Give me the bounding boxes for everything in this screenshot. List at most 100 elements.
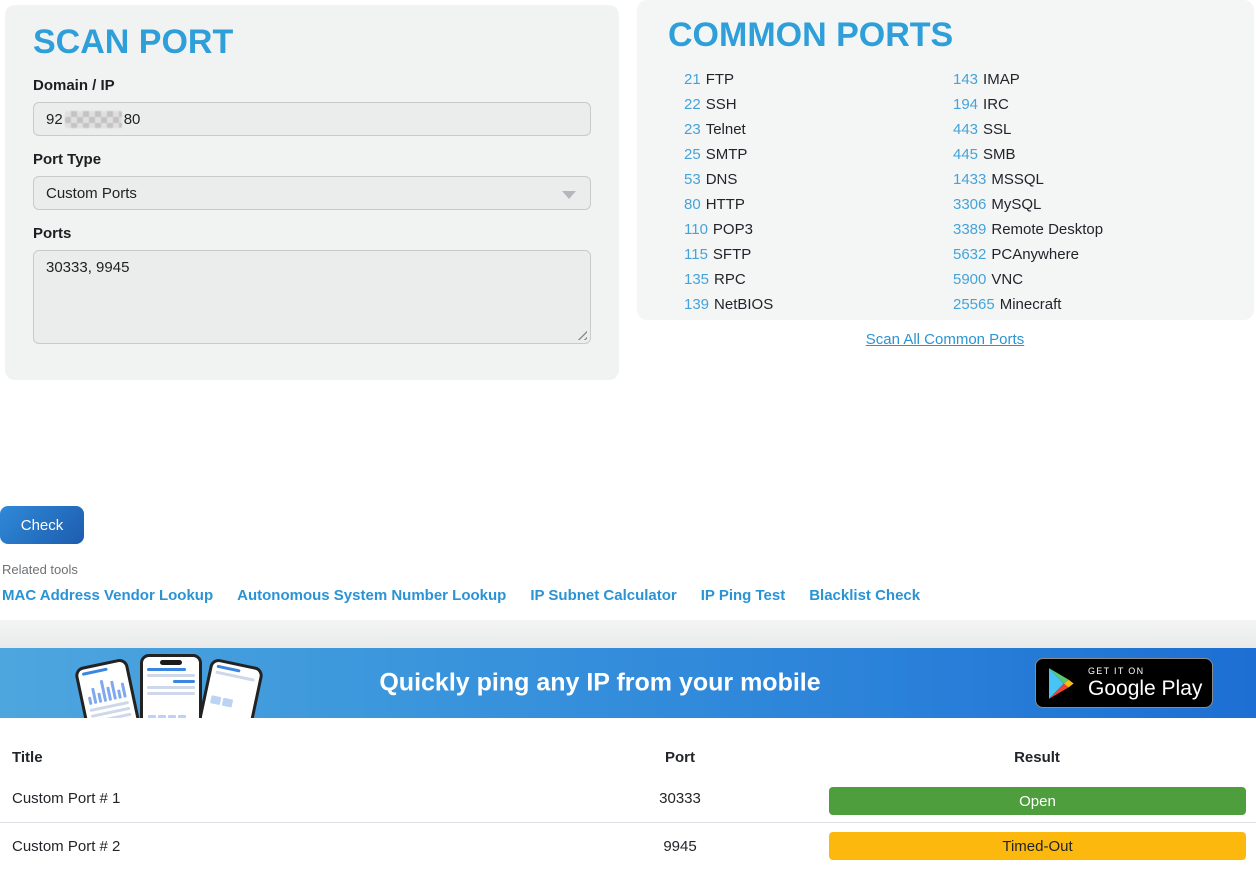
chevron-down-icon: [562, 191, 576, 199]
status-badge: Timed-Out: [829, 832, 1246, 860]
common-port-link[interactable]: 139NetBIOS: [684, 292, 773, 317]
ports-label: Ports: [33, 225, 591, 242]
google-play-icon: [1049, 668, 1077, 699]
result-row-title: Custom Port # 2: [12, 838, 120, 855]
port-name: RPC: [714, 271, 746, 288]
port-number[interactable]: 25565: [953, 296, 995, 313]
results-header-title: Title: [12, 749, 43, 766]
port-type-selected-value: Custom Ports: [46, 185, 137, 202]
port-name: HTTP: [706, 196, 745, 213]
port-type-select[interactable]: Custom Ports: [33, 176, 591, 210]
port-name: SMTP: [706, 146, 748, 163]
result-row-port: 30333: [659, 790, 701, 807]
port-number[interactable]: 143: [953, 71, 978, 88]
related-tools-label: Related tools: [2, 562, 78, 577]
common-port-link[interactable]: 3389 Remote Desktop: [953, 217, 1103, 242]
ports-value: 30333, 9945: [46, 259, 129, 276]
port-name: POP3: [713, 221, 753, 238]
ports-textarea[interactable]: 30333, 9945: [33, 250, 591, 344]
port-number[interactable]: 25: [684, 146, 701, 163]
port-name: DNS: [706, 171, 738, 188]
port-number[interactable]: 23: [684, 121, 701, 138]
common-port-link[interactable]: 110 POP3: [684, 217, 773, 242]
google-play-badge[interactable]: GET IT ON Google Play: [1035, 658, 1213, 708]
common-port-link[interactable]: 115 SFTP: [684, 242, 773, 267]
common-port-link[interactable]: 5900 VNC: [953, 267, 1103, 292]
port-name: SMB: [983, 146, 1016, 163]
common-ports-column-2: 143 IMAP 194 IRC 443SSL 445 SMB 1433 MSSQL 3…: [953, 67, 1103, 317]
common-port-link[interactable]: 135 RPC: [684, 267, 773, 292]
banner-headline: Quickly ping any IP from your mobile: [379, 669, 820, 698]
play-badge-line1: GET IT ON: [1088, 666, 1202, 677]
results-header-port: Port: [665, 749, 695, 766]
port-number[interactable]: 21: [684, 71, 701, 88]
port-number[interactable]: 445: [953, 146, 978, 163]
common-port-link[interactable]: 23 Telnet: [684, 117, 773, 142]
scan-all-common-ports-link[interactable]: Scan All Common Ports: [866, 331, 1024, 348]
common-port-link[interactable]: 53 DNS: [684, 167, 773, 192]
play-badge-line2: Google Play: [1088, 677, 1202, 701]
common-ports-title: COMMON PORTS: [637, 0, 1254, 55]
common-port-link[interactable]: 443SSL: [953, 117, 1103, 142]
result-row-port: 9945: [663, 838, 696, 855]
resize-handle-icon[interactable]: [575, 328, 587, 340]
common-port-link[interactable]: 25565Minecraft: [953, 292, 1103, 317]
domain-ip-label: Domain / IP: [33, 77, 591, 94]
port-name: Remote Desktop: [991, 221, 1103, 238]
common-port-link[interactable]: 445 SMB: [953, 142, 1103, 167]
port-number[interactable]: 3389: [953, 221, 986, 238]
port-name: IRC: [983, 96, 1009, 113]
section-divider: [0, 620, 1256, 648]
redacted-ip-blur: [65, 111, 122, 128]
domain-ip-input[interactable]: 92 80: [33, 102, 591, 136]
port-name: SFTP: [713, 246, 751, 263]
result-row-title: Custom Port # 1: [12, 790, 120, 807]
port-name: VNC: [991, 271, 1023, 288]
scan-port-panel: SCAN PORT Domain / IP 92 80 Port Type Cu…: [5, 5, 619, 380]
link-ip-ping-test[interactable]: IP Ping Test: [701, 587, 785, 604]
port-name: MSSQL: [991, 171, 1044, 188]
common-port-link[interactable]: 143 IMAP: [953, 67, 1103, 92]
port-number[interactable]: 3306: [953, 196, 986, 213]
port-name: FTP: [706, 71, 734, 88]
related-tools-links: MAC Address Vendor Lookup Autonomous Sys…: [2, 587, 920, 604]
port-number[interactable]: 5632: [953, 246, 986, 263]
port-name: IMAP: [983, 71, 1020, 88]
common-port-link[interactable]: 194 IRC: [953, 92, 1103, 117]
common-ports-column-1: 21 FTP 22 SSH 23 Telnet 25 SMTP 53 DNS 80 HTTP…: [684, 67, 773, 317]
port-name: PCAnywhere: [991, 246, 1079, 263]
link-asn-lookup[interactable]: Autonomous System Number Lookup: [237, 587, 506, 604]
common-port-link[interactable]: 80 HTTP: [684, 192, 773, 217]
port-number[interactable]: 194: [953, 96, 978, 113]
common-port-link[interactable]: 25 SMTP: [684, 142, 773, 167]
mobile-app-banner: Quickly ping any IP from your mobile GET…: [0, 648, 1256, 718]
results-header-result: Result: [1014, 749, 1060, 766]
link-mac-address-vendor-lookup[interactable]: MAC Address Vendor Lookup: [2, 587, 213, 604]
scan-port-title: SCAN PORT: [33, 5, 591, 62]
common-port-link[interactable]: 5632 PCAnywhere: [953, 242, 1103, 267]
row-divider: [0, 822, 1256, 823]
link-ip-subnet-calculator[interactable]: IP Subnet Calculator: [530, 587, 676, 604]
port-name: SSH: [706, 96, 737, 113]
check-button[interactable]: Check: [0, 506, 84, 544]
port-number[interactable]: 1433: [953, 171, 986, 188]
common-port-link[interactable]: 21 FTP: [684, 67, 773, 92]
port-number[interactable]: 110: [684, 221, 708, 238]
port-number[interactable]: 139: [684, 296, 709, 313]
port-number[interactable]: 53: [684, 171, 701, 188]
port-number[interactable]: 135: [684, 271, 709, 288]
port-name: Telnet: [706, 121, 746, 138]
port-number[interactable]: 5900: [953, 271, 986, 288]
common-port-link[interactable]: 1433 MSSQL: [953, 167, 1103, 192]
common-ports-panel: COMMON PORTS 21 FTP 22 SSH 23 Telnet 25 SMTP…: [637, 0, 1254, 320]
common-port-link[interactable]: 3306 MySQL: [953, 192, 1103, 217]
domain-ip-value-prefix: 92: [46, 111, 63, 128]
link-blacklist-check[interactable]: Blacklist Check: [809, 587, 920, 604]
domain-ip-value-suffix: 80: [124, 111, 141, 128]
port-number[interactable]: 22: [684, 96, 701, 113]
port-number[interactable]: 115: [684, 246, 708, 263]
port-name: MySQL: [991, 196, 1041, 213]
port-number[interactable]: 80: [684, 196, 701, 213]
common-port-link[interactable]: 22 SSH: [684, 92, 773, 117]
port-number[interactable]: 443: [953, 121, 978, 138]
